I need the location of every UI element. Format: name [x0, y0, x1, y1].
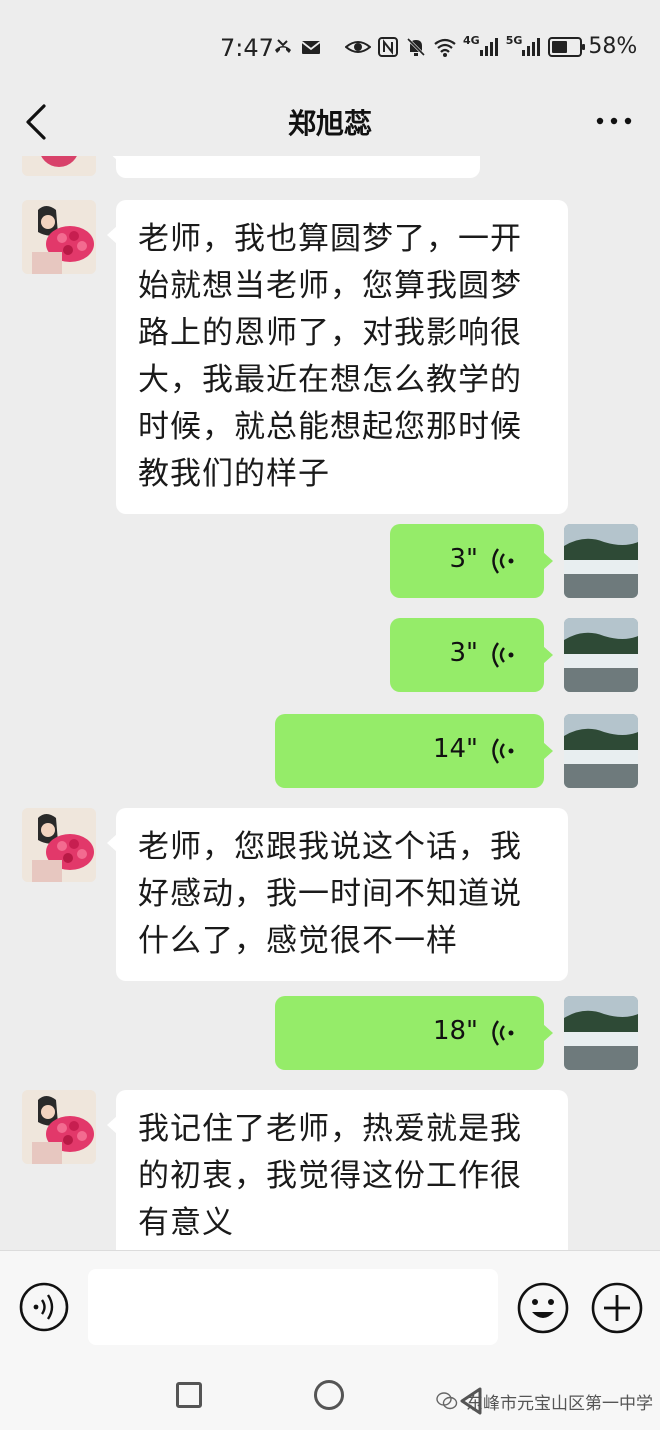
message-line: 时候，就总能想起您那时候 — [138, 409, 522, 445]
signal-icon — [479, 37, 498, 56]
signal-icon-2 — [522, 37, 541, 56]
voice-duration: 18" — [432, 1016, 478, 1046]
waterfall-landscape-photo — [564, 996, 638, 1070]
mail-icon — [301, 41, 321, 54]
girl-with-flowers-photo — [22, 808, 96, 882]
message-line: 大，我最近在想怎么教学的 — [138, 362, 522, 398]
girl-with-flowers-photo — [22, 1090, 96, 1164]
voice-wave-icon — [492, 548, 514, 574]
girl-with-flowers-photo — [22, 200, 96, 274]
voice-duration: 3" — [449, 638, 478, 668]
message-line: 始就想当老师，您算我圆梦 — [138, 268, 522, 304]
wechat-logo-icon — [436, 1392, 458, 1410]
system-nav-bar: 东峰市元宝山区第一中学 — [0, 1360, 660, 1430]
my-avatar[interactable] — [564, 996, 638, 1070]
message-line: 老师，您跟我说这个话，我 — [138, 829, 522, 865]
message-line: 老师，我也算圆梦了，一开 — [138, 221, 522, 257]
voice-wave-icon — [492, 642, 514, 668]
message-line: 路上的恩师了，对我影响很 — [138, 315, 522, 351]
watermark: 东峰市元宝山区第一中学 — [436, 1386, 653, 1416]
waterfall-landscape-photo — [564, 714, 638, 788]
waterfall-landscape-photo — [564, 618, 638, 692]
my-avatar[interactable] — [564, 524, 638, 598]
missed-call-icon — [275, 39, 291, 53]
mute-bell-icon — [406, 37, 426, 56]
message-line: 有意义 — [138, 1205, 234, 1241]
voice-message[interactable]: 14" — [275, 714, 553, 788]
voice-duration: 14" — [432, 734, 478, 764]
message-text[interactable]: 我记住了老师，热爱就是我 的初衷，我觉得这份工作很 有意义 — [107, 1090, 568, 1250]
plus-icon[interactable] — [590, 1281, 644, 1335]
chat-title: 郑旭蕊 — [287, 107, 372, 140]
watermark-text: 东峰市元宝山区第一中学 — [466, 1393, 653, 1414]
battery-percent: 58% — [588, 34, 638, 59]
contact-avatar[interactable] — [22, 156, 96, 176]
voice-message[interactable]: 3" — [390, 524, 553, 598]
voice-wave-icon — [492, 1020, 514, 1046]
nfc-icon — [378, 36, 398, 57]
waterfall-landscape-photo — [564, 524, 638, 598]
message-line: 教我们的样子 — [138, 456, 330, 492]
battery-icon — [548, 36, 586, 57]
contact-avatar[interactable] — [22, 808, 96, 882]
message-partial[interactable] — [107, 156, 480, 178]
voice-wave-icon — [492, 738, 514, 764]
battery-fill — [552, 40, 568, 53]
chat-header: 郑旭蕊 — [0, 96, 660, 156]
eye-icon — [345, 40, 371, 53]
my-avatar[interactable] — [564, 618, 638, 692]
contact-avatar[interactable] — [22, 200, 96, 274]
message-line: 的初衷，我觉得这份工作很 — [138, 1158, 522, 1194]
voice-message[interactable]: 3" — [390, 618, 553, 692]
contact-avatar[interactable] — [22, 1090, 96, 1164]
message-line: 我记住了老师，热爱就是我 — [138, 1111, 522, 1147]
voice-mode-icon[interactable] — [18, 1281, 70, 1333]
message-text[interactable]: 老师，我也算圆梦了，一开 始就想当老师，您算我圆梦 路上的恩师了，对我影响很 大… — [107, 200, 568, 514]
input-bar — [0, 1250, 660, 1360]
status-time: 7:47 — [220, 34, 274, 62]
voice-duration: 3" — [449, 544, 478, 574]
status-icons-left — [272, 36, 322, 58]
emoji-icon[interactable] — [516, 1281, 570, 1335]
voice-message[interactable]: 18" — [275, 996, 553, 1070]
message-input[interactable] — [88, 1269, 498, 1345]
recent-apps-icon[interactable] — [176, 1382, 202, 1408]
more-dots-icon[interactable] — [592, 106, 636, 136]
chat-message-list[interactable]: 老师，我也算圆梦了，一开 始就想当老师，您算我圆梦 路上的恩师了，对我影响很 大… — [0, 156, 660, 1250]
network-4g-label: 4G — [463, 34, 480, 47]
status-bar: 7:47 4G 5G 58% — [0, 0, 660, 96]
status-icons-right: 4G 5G 58% — [345, 34, 637, 59]
network-5g-label: 5G — [505, 34, 523, 47]
message-text[interactable]: 老师，您跟我说这个话，我 好感动，我一时间不知道说 什么了，感觉很不一样 — [107, 808, 568, 981]
home-icon[interactable] — [314, 1380, 344, 1410]
message-line: 好感动，我一时间不知道说 — [138, 876, 522, 912]
wifi-icon — [434, 38, 456, 57]
message-line: 什么了，感觉很不一样 — [138, 923, 458, 959]
my-avatar[interactable] — [564, 714, 638, 788]
